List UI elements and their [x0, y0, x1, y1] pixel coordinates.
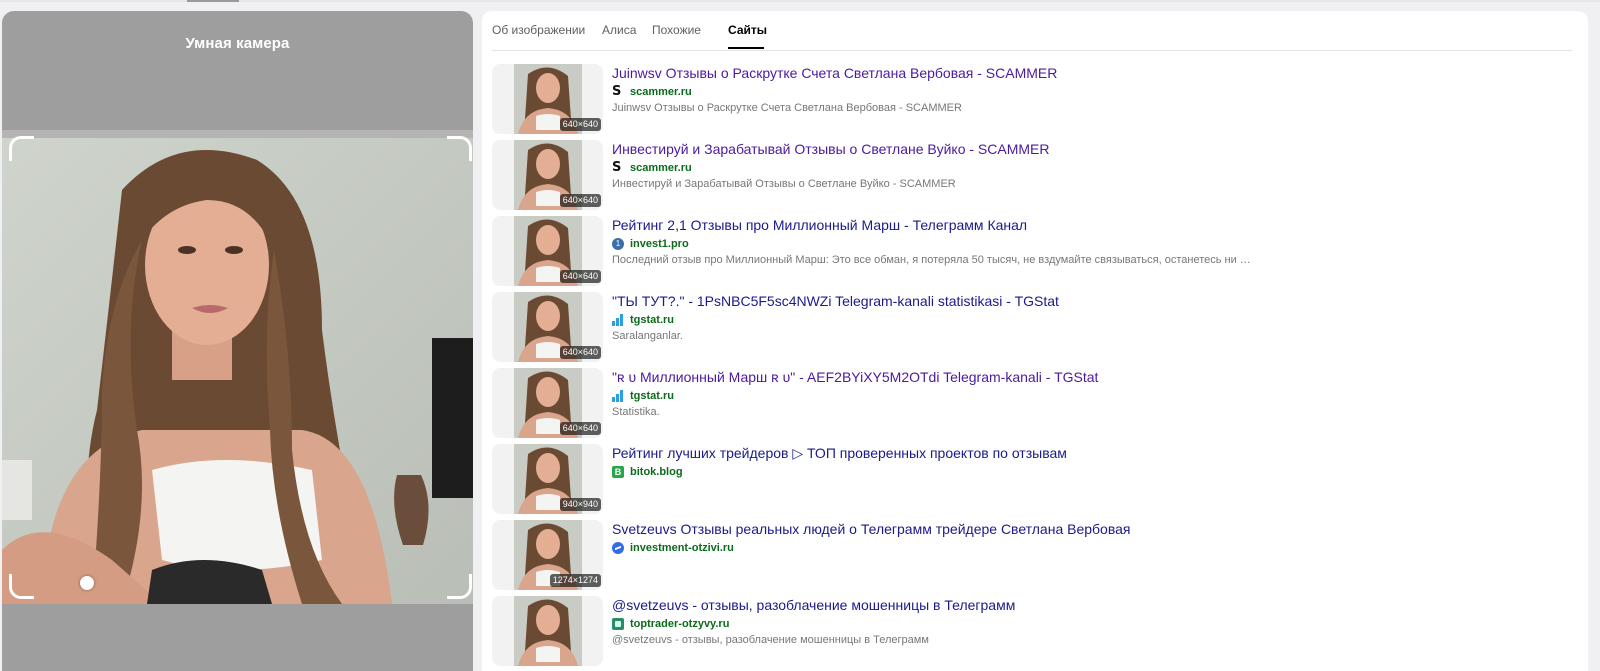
- result-thumbnail[interactable]: 640×640: [492, 292, 603, 362]
- result-title-link[interactable]: @svetzeuvs - отзывы, разоблачение мошенн…: [612, 597, 1015, 613]
- result-domain[interactable]: scammer.ru: [630, 86, 692, 98]
- result-item: 640×640 Инвестируй и Зарабатывай Отзывы …: [492, 140, 1588, 210]
- tab-similar[interactable]: Похожие: [652, 23, 701, 37]
- result-item: @svetzeuvs - отзывы, разоблачение мошенн…: [492, 596, 1588, 666]
- top-indicator: [187, 0, 239, 2]
- tgstat-bars-icon: [612, 314, 624, 326]
- result-domain[interactable]: tgstat.ru: [630, 390, 674, 402]
- result-title-link[interactable]: Svetzeuvs Отзывы реальных людей о Телегр…: [612, 521, 1130, 537]
- crop-handle[interactable]: [80, 576, 94, 590]
- invest1-icon: 1: [612, 238, 624, 250]
- top-progress-line: [0, 0, 1600, 2]
- result-item: 640×640 "ʀ ᴜ Миллионный Марш ʀ ᴜ" - AEF2…: [492, 368, 1588, 438]
- result-thumbnail[interactable]: 640×640: [492, 368, 603, 438]
- image-dimensions: 640×640: [559, 194, 601, 207]
- result-source: S scammer.ru: [612, 85, 692, 99]
- result-description: Statistika.: [612, 406, 660, 418]
- bitok-icon: B: [612, 466, 624, 478]
- crop-corner-bottom-right[interactable]: [447, 574, 472, 599]
- smart-camera-title: Умная камера: [185, 35, 290, 52]
- result-thumbnail[interactable]: [492, 596, 603, 666]
- result-description: Juinwsv Отзывы о Раскрутке Счета Светлан…: [612, 102, 962, 114]
- result-domain[interactable]: investment-otzivi.ru: [630, 542, 734, 554]
- result-description: Saralanganlar.: [612, 330, 683, 342]
- result-domain[interactable]: tgstat.ru: [630, 314, 674, 326]
- result-thumbnail[interactable]: 940×940: [492, 444, 603, 514]
- image-dimensions: 940×940: [559, 498, 601, 511]
- tgstat-bars-icon: [612, 390, 624, 402]
- image-dimensions: 640×640: [559, 346, 601, 359]
- smart-camera-panel: Умная камера: [2, 11, 473, 671]
- result-domain[interactable]: invest1.pro: [630, 238, 689, 250]
- result-source: tgstat.ru: [612, 389, 674, 403]
- image-dimensions: 640×640: [559, 118, 601, 131]
- result-description: @svetzeuvs - отзывы, разоблачение мошенн…: [612, 634, 929, 646]
- result-title-link[interactable]: "ʀ ᴜ Миллионный Марш ʀ ᴜ" - AEF2BYiXY5M2…: [612, 369, 1098, 385]
- results-panel: Об изображении Алиса Похожие Сайты 640×6…: [482, 11, 1588, 671]
- result-thumbnail[interactable]: 640×640: [492, 64, 603, 134]
- result-description: Последний отзыв про Миллионный Марш: Это…: [612, 254, 1252, 266]
- result-thumbnail[interactable]: 1274×1274: [492, 520, 603, 590]
- tab-alice[interactable]: Алиса: [602, 23, 636, 37]
- image-dimensions: 1274×1274: [549, 574, 601, 587]
- toptrader-icon: [612, 618, 624, 630]
- image-dimensions: 640×640: [559, 270, 601, 283]
- result-description: Инвестируй и Зарабатывай Отзывы о Светла…: [612, 178, 956, 190]
- result-title-link[interactable]: Рейтинг 2,1 Отзывы про Миллионный Марш -…: [612, 217, 1027, 233]
- messenger-icon: [612, 542, 624, 554]
- result-item: 640×640 "ТЫ ТУТ?." - 1PsNBC5F5sc4NWZi Te…: [492, 292, 1588, 362]
- result-title-link[interactable]: Инвестируй и Зарабатывай Отзывы о Светла…: [612, 141, 1049, 157]
- result-thumbnail[interactable]: 640×640: [492, 140, 603, 210]
- result-item: 640×640 Juinwsv Отзывы о Раскрутке Счета…: [492, 64, 1588, 134]
- image-dimensions: 640×640: [559, 422, 601, 435]
- result-thumbnail[interactable]: 640×640: [492, 216, 603, 286]
- result-title-link[interactable]: "ТЫ ТУТ?." - 1PsNBC5F5sc4NWZi Telegram-k…: [612, 293, 1059, 309]
- crop-corner-top-right[interactable]: [447, 136, 472, 161]
- crop-corner-top-left[interactable]: [9, 136, 34, 161]
- result-item: 640×640 Рейтинг 2,1 Отзывы про Миллионны…: [492, 216, 1588, 286]
- crop-corner-bottom-left[interactable]: [9, 574, 34, 599]
- result-source: tgstat.ru: [612, 313, 674, 327]
- active-tab-underline: [728, 47, 764, 49]
- result-source: S scammer.ru: [612, 161, 692, 175]
- tab-sites[interactable]: Сайты: [728, 23, 767, 37]
- result-domain[interactable]: bitok.blog: [630, 466, 683, 478]
- result-source: 1 invest1.pro: [612, 237, 689, 251]
- result-title-link[interactable]: Рейтинг лучших трейдеров ▷ ТОП проверенн…: [612, 445, 1067, 462]
- thumbnail-image: [514, 596, 582, 666]
- result-item: 940×940 Рейтинг лучших трейдеров ▷ ТОП п…: [492, 444, 1588, 514]
- camera-photo: [2, 130, 473, 604]
- result-source: B bitok.blog: [612, 465, 683, 479]
- result-domain[interactable]: toptrader-otzyvy.ru: [630, 618, 729, 630]
- tab-about-image[interactable]: Об изображении: [492, 23, 585, 37]
- result-source: toptrader-otzyvy.ru: [612, 617, 729, 631]
- result-domain[interactable]: scammer.ru: [630, 162, 692, 174]
- scammer-s-icon: S: [612, 160, 622, 175]
- scammer-s-icon: S: [612, 84, 622, 99]
- result-title-link[interactable]: Juinwsv Отзывы о Раскрутке Счета Светлан…: [612, 65, 1057, 81]
- result-source: investment-otzivi.ru: [612, 541, 734, 555]
- result-item: 1274×1274 Svetzeuvs Отзывы реальных люде…: [492, 520, 1588, 590]
- tabs-bar: Об изображении Алиса Похожие Сайты: [492, 11, 1572, 51]
